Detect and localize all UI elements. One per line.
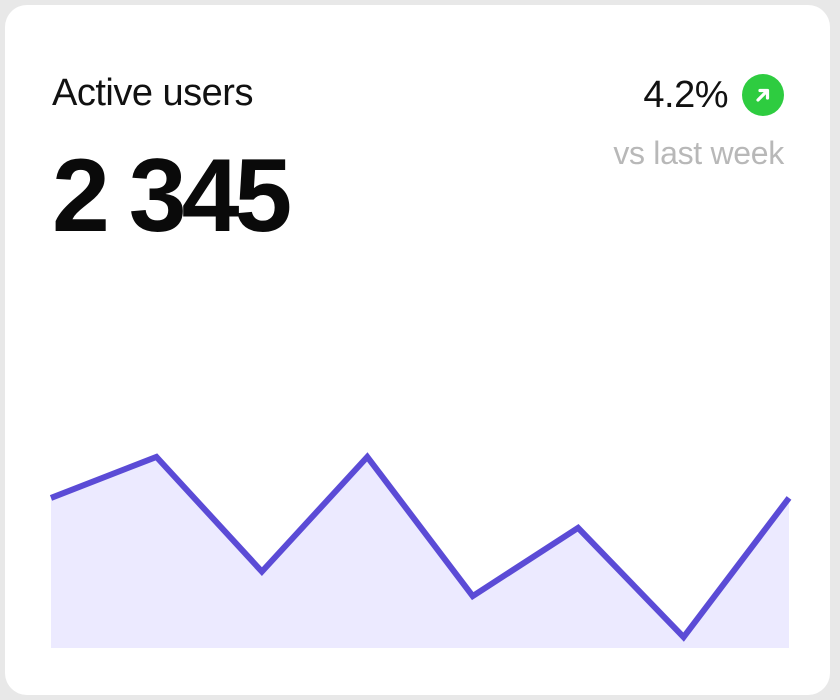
active-users-sparkline <box>49 452 792 648</box>
sparkline-area <box>51 456 789 648</box>
